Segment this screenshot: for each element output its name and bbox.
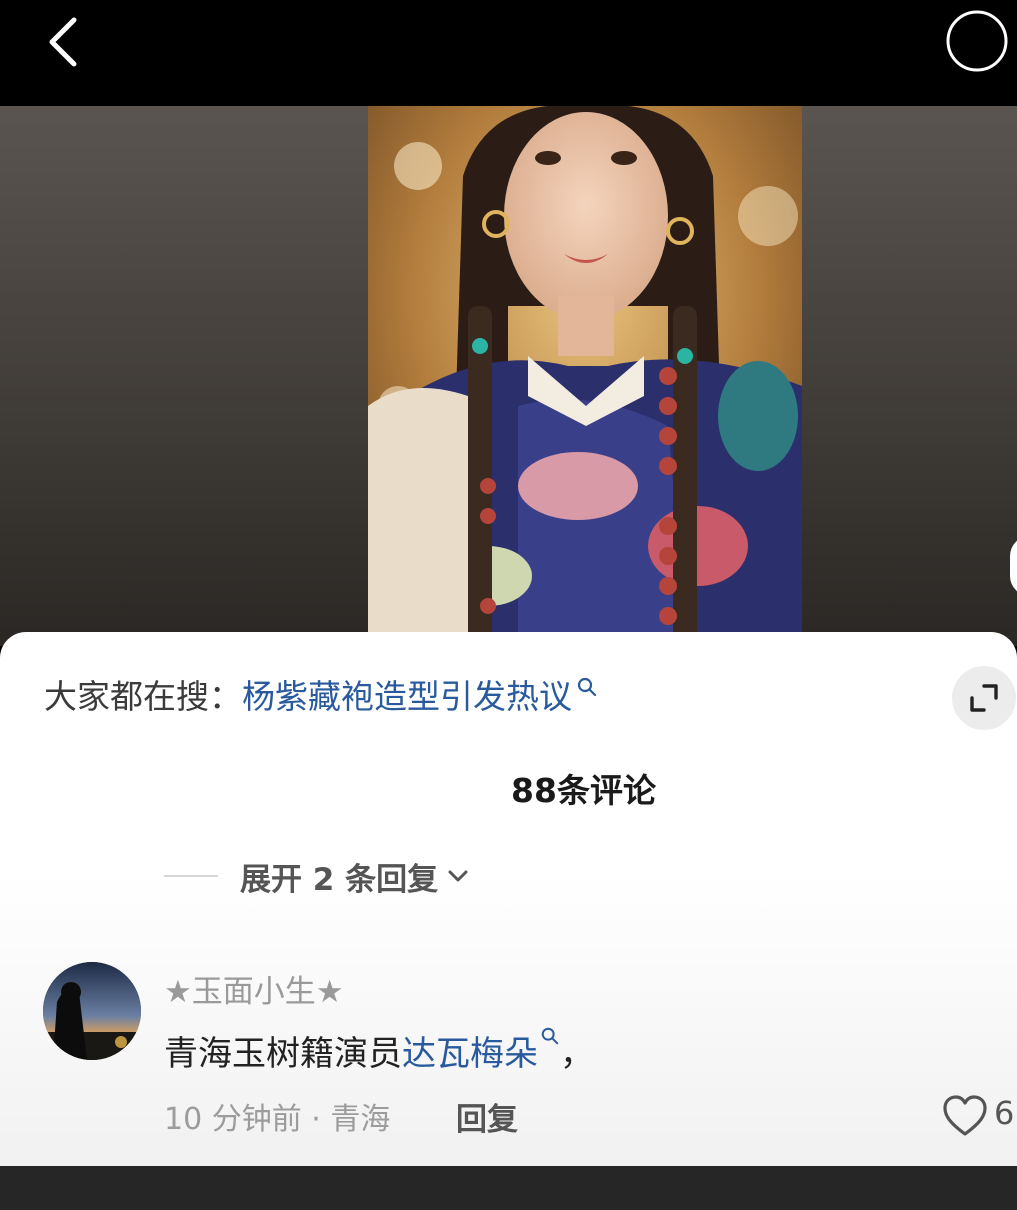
comment-text: 青海玉树籍演员达瓦梅朵 ， (164, 1026, 594, 1075)
back-button[interactable] (38, 14, 94, 70)
chevron-left-icon (49, 17, 77, 67)
expand-replies-label: 展开 2 条回复 (240, 861, 439, 898)
expand-replies-button[interactable]: 展开 2 条回复 (164, 854, 470, 898)
bottom-bar (0, 1166, 1017, 1210)
like-count: 6 (994, 1094, 1015, 1132)
avatar[interactable] (43, 962, 141, 1060)
heart-icon[interactable] (942, 1094, 988, 1138)
top-bar (0, 0, 1017, 106)
divider-line (164, 875, 218, 877)
chevron-down-icon (448, 870, 468, 882)
expand-icon (970, 684, 998, 712)
circle-icon (946, 10, 1008, 72)
comment-username[interactable]: ★玉面小生★ (164, 966, 344, 1011)
video-frame-image (368, 106, 802, 646)
comment-sheet: 大家都在搜：杨紫藏袍造型引发热议 88条评论 展开 2 条回复 ★玉面小生★ 青… (0, 632, 1017, 1166)
side-handle[interactable] (1010, 536, 1017, 596)
comment-text-prefix: 青海玉树籍演员 (164, 1034, 402, 1074)
comment-text-suffix: ， (560, 1034, 594, 1074)
video-player[interactable] (0, 106, 1017, 646)
reply-button[interactable]: 回复 (456, 1094, 518, 1139)
search-icon (577, 677, 597, 697)
search-suggestion-link[interactable]: 杨紫藏袍造型引发热议 (242, 677, 572, 716)
circle-button[interactable] (945, 9, 1009, 73)
search-suggestion-prefix: 大家都在搜： (44, 677, 242, 716)
search-suggestion[interactable]: 大家都在搜：杨紫藏袍造型引发热议 (44, 674, 598, 720)
expand-button[interactable] (952, 666, 1016, 730)
comment-count: 88条评论 (511, 771, 656, 810)
comment-meta: 10 分钟前 · 青海 (164, 1102, 391, 1137)
search-icon (541, 1027, 559, 1045)
comment-text-link[interactable]: 达瓦梅朵 (402, 1034, 538, 1074)
